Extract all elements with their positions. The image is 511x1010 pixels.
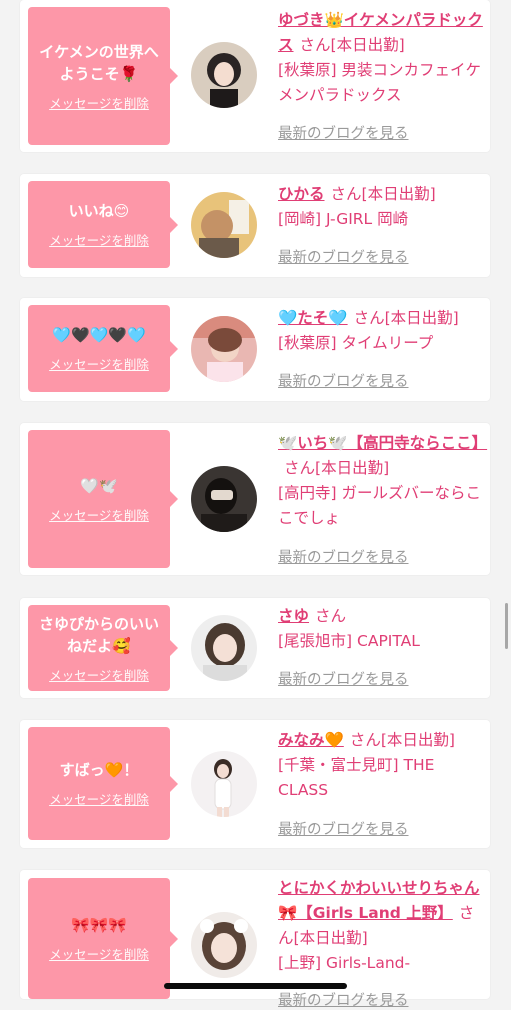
shop-name: [千葉・富士見町] THE CLASS: [278, 756, 435, 799]
avatar[interactable]: [191, 615, 257, 681]
message-card: さゆぴからのいいねだよ🥰 メッセージを削除 さゆ さん [尾張旭市] CAPITA…: [20, 598, 490, 698]
message-feed: イケメンの世界へようこそ🌹 メッセージを削除 ゆづき👑イケメンパラドックス さん[…: [0, 0, 511, 1009]
work-status: [本日出勤]: [330, 36, 405, 54]
profile-info: ゆづき👑イケメンパラドックス さん[本日出勤] [秋葉原] 男装コンカフェイケメン…: [278, 8, 483, 108]
shop-name: [秋葉原] タイムリープ: [278, 334, 434, 352]
profile-name-link[interactable]: とにかくかわいいせりちゃん🎀【Girls Land 上野】: [278, 879, 480, 922]
message-text: イケメンの世界へようこそ🌹: [39, 42, 159, 83]
latest-blog-link[interactable]: 最新のブログを見る: [278, 989, 409, 1010]
work-status: [本日出勤]: [384, 309, 459, 327]
profile-name-link[interactable]: 🕊️いち🕊️【高円寺ならここ】: [278, 434, 487, 452]
scroll-indicator[interactable]: [505, 603, 508, 649]
delete-message-link[interactable]: メッセージを削除: [49, 93, 149, 112]
profile-name-link[interactable]: ひかる: [278, 185, 325, 203]
avatar[interactable]: [191, 316, 257, 382]
shop-name: [岡崎] J-GIRL 岡崎: [278, 210, 409, 228]
delete-message-link[interactable]: メッセージを削除: [49, 354, 149, 373]
message-text: さゆぴからのいいねだよ🥰: [38, 614, 159, 655]
message-bubble: イケメンの世界へようこそ🌹 メッセージを削除: [28, 7, 178, 145]
message-card: いいね😊 メッセージを削除 ひかる さん[本日出勤] [岡崎] J-GIRL 岡崎…: [20, 174, 490, 277]
honorific: さん: [349, 731, 381, 749]
delete-message-link[interactable]: メッセージを削除: [49, 230, 149, 249]
honorific: さん: [299, 36, 331, 54]
profile-name-link[interactable]: さゆ: [278, 607, 309, 625]
profile-info: 🕊️いち🕊️【高円寺ならここ】さん[本日出勤] [高円寺] ガールズバーならここ…: [278, 431, 487, 531]
work-status: [本日出勤]: [315, 459, 390, 477]
message-bubble: いいね😊 メッセージを削除: [28, 181, 178, 268]
avatar[interactable]: [191, 912, 257, 978]
latest-blog-link[interactable]: 最新のブログを見る: [278, 246, 409, 267]
honorific: さん: [353, 309, 385, 327]
message-bubble: 🎀🎀🎀 メッセージを削除: [28, 878, 178, 999]
delete-message-link[interactable]: メッセージを削除: [49, 789, 149, 808]
honorific: さん: [284, 459, 316, 477]
profile-name-link[interactable]: 🩵たそ🩵: [278, 309, 348, 327]
message-text: すばっ🧡！: [59, 761, 139, 779]
latest-blog-link[interactable]: 最新のブログを見る: [278, 668, 409, 689]
latest-blog-link[interactable]: 最新のブログを見る: [278, 546, 409, 567]
work-status: [本日出勤]: [380, 731, 455, 749]
message-text: 🩵🖤🩵🖤🩵: [52, 326, 146, 344]
message-bubble: 🩵🖤🩵🖤🩵 メッセージを削除: [28, 305, 178, 392]
shop-name: [尾張旭市] CAPITAL: [278, 632, 420, 650]
message-bubble: 🤍🕊️ メッセージを削除: [28, 430, 178, 568]
work-status: [本日出勤]: [361, 185, 436, 203]
avatar[interactable]: [191, 42, 257, 108]
latest-blog-link[interactable]: 最新のブログを見る: [278, 122, 409, 143]
message-text: いいね😊: [68, 202, 130, 220]
profile-info: 🩵たそ🩵 さん[本日出勤] [秋葉原] タイムリープ: [278, 306, 483, 356]
avatar[interactable]: [191, 192, 257, 258]
shop-name: [上野] Girls-Land-: [278, 954, 411, 972]
profile-info: ひかる さん[本日出勤] [岡崎] J-GIRL 岡崎: [278, 182, 483, 232]
message-card: イケメンの世界へようこそ🌹 メッセージを削除 ゆづき👑イケメンパラドックス さん[…: [20, 0, 490, 152]
avatar[interactable]: [191, 751, 257, 817]
profile-info: さゆ さん [尾張旭市] CAPITAL: [278, 604, 483, 654]
latest-blog-link[interactable]: 最新のブログを見る: [278, 370, 409, 391]
message-card: 🩵🖤🩵🖤🩵 メッセージを削除 🩵たそ🩵 さん[本日出勤] [秋葉原] タイムリープ…: [20, 298, 490, 401]
honorific: さん: [330, 185, 362, 203]
honorific: さん: [315, 607, 347, 625]
home-indicator[interactable]: [164, 983, 347, 989]
profile-name-link[interactable]: みなみ🧡: [278, 731, 344, 749]
delete-message-link[interactable]: メッセージを削除: [49, 505, 149, 524]
delete-message-link[interactable]: メッセージを削除: [49, 944, 149, 963]
message-card: すばっ🧡！ メッセージを削除 みなみ🧡 さん[本日出勤] [千葉・富士見町] TH…: [20, 720, 490, 848]
message-bubble: さゆぴからのいいねだよ🥰 メッセージを削除: [28, 605, 178, 691]
message-bubble: すばっ🧡！ メッセージを削除: [28, 727, 178, 840]
work-status: [本日出勤]: [293, 929, 368, 947]
shop-name: [秋葉原] 男装コンカフェイケメンパラドックス: [278, 61, 482, 104]
message-text: 🎀🎀🎀: [70, 916, 128, 934]
profile-info: とにかくかわいいせりちゃん🎀【Girls Land 上野】 さん[本日出勤] [上…: [278, 876, 483, 976]
message-card: 🎀🎀🎀 メッセージを削除 とにかくかわいいせりちゃん🎀【Girls Land 上…: [20, 870, 490, 1009]
message-card: 🤍🕊️ メッセージを削除 🕊️いち🕊️【高円寺ならここ】さん[本日出勤] [高円…: [20, 423, 490, 575]
latest-blog-link[interactable]: 最新のブログを見る: [278, 818, 409, 839]
avatar[interactable]: [191, 466, 257, 532]
shop-name: [高円寺] ガールズバーならここでしょ: [278, 484, 482, 527]
message-text: 🤍🕊️: [80, 476, 118, 495]
profile-info: みなみ🧡 さん[本日出勤] [千葉・富士見町] THE CLASS: [278, 728, 483, 803]
delete-message-link[interactable]: メッセージを削除: [49, 665, 149, 684]
